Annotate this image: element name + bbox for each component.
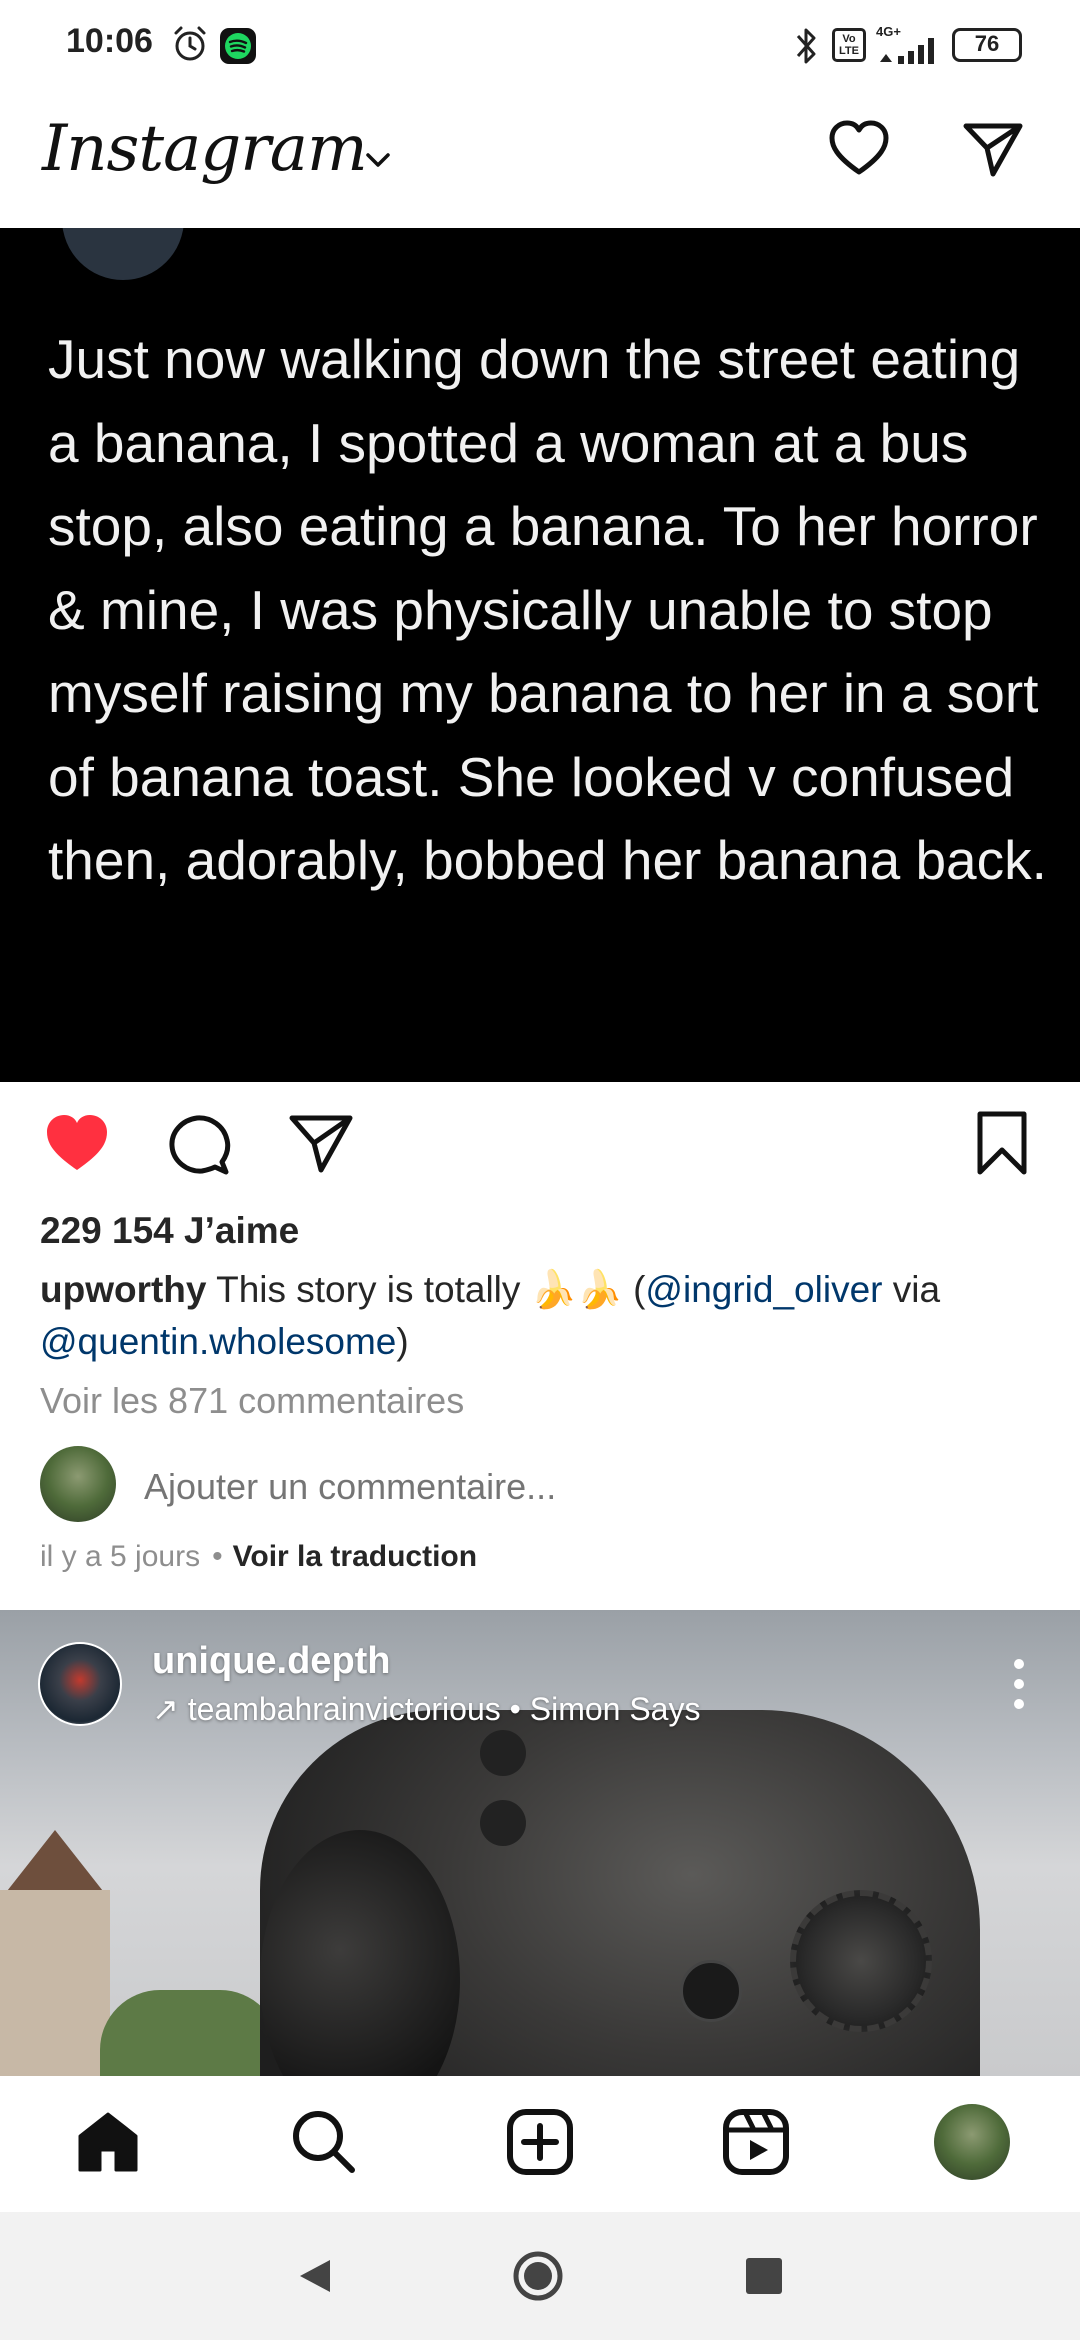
background-trees: [100, 1990, 280, 2076]
camera-button: [680, 1960, 742, 2022]
caption-text-end: ): [396, 1321, 409, 1362]
app-header: Instagram: [0, 92, 1080, 228]
next-post-audio-attribution[interactable]: ↗ teambahrainvictorious • Simon Says: [152, 1690, 700, 1728]
bottom-navigation: [0, 2076, 1080, 2212]
direct-messages-icon[interactable]: [960, 116, 1026, 182]
search-icon[interactable]: [288, 2106, 360, 2178]
share-icon[interactable]: [288, 1112, 354, 1174]
signal-icon: 4G+: [876, 24, 946, 64]
add-comment-input[interactable]: [144, 1466, 844, 1508]
next-post[interactable]: unique.depth ↗ teambahrainvictorious • S…: [0, 1610, 1080, 2076]
next-post-username[interactable]: unique.depth: [152, 1640, 391, 1683]
view-comments-link[interactable]: Voir les 871 commentaires: [40, 1380, 464, 1422]
background-tower: [0, 1890, 110, 2076]
home-icon[interactable]: [72, 2106, 144, 2178]
caption-text: This story is totally 🍌🍌 (: [206, 1269, 646, 1310]
tweet-text: Just now walking down the street eating …: [48, 328, 1047, 891]
post-image[interactable]: Just now walking down the street eating …: [0, 228, 1080, 1082]
caption-text-middle: via: [882, 1269, 941, 1310]
profile-avatar[interactable]: [934, 2104, 1010, 2180]
system-navigation-bar: [0, 2212, 1080, 2340]
current-user-avatar: [40, 1446, 116, 1522]
camera-button: [480, 1800, 526, 1846]
bookmark-icon[interactable]: [972, 1110, 1032, 1176]
comment-icon[interactable]: [166, 1112, 232, 1178]
volte-icon: Vo LTE: [832, 28, 866, 62]
camera-button: [480, 1730, 526, 1776]
mention-link-1[interactable]: @ingrid_oliver: [645, 1269, 882, 1310]
recent-apps-icon[interactable]: [746, 2258, 782, 2294]
more-options-icon[interactable]: [1004, 1654, 1034, 1714]
next-post-avatar[interactable]: [38, 1642, 122, 1726]
status-time: 10:06: [66, 22, 153, 60]
meta-separator: •: [212, 1540, 223, 1573]
post-meta: il y a 5 jours • Voir la traduction: [40, 1540, 477, 1574]
see-translation-link[interactable]: Voir la traduction: [233, 1540, 477, 1573]
spotify-icon: [220, 28, 256, 64]
reels-icon[interactable]: [720, 2106, 792, 2178]
battery-icon: 76: [952, 28, 1022, 62]
chevron-down-icon[interactable]: [360, 142, 396, 178]
create-post-icon[interactable]: [504, 2106, 576, 2178]
post-caption: upworthy This story is totally 🍌🍌 (@ingr…: [40, 1264, 1040, 1368]
like-count[interactable]: 229 154 J’aime: [40, 1210, 299, 1252]
post-time: il y a 5 jours: [40, 1540, 201, 1573]
caption-username[interactable]: upworthy: [40, 1269, 206, 1310]
back-icon[interactable]: [296, 2256, 334, 2296]
mention-link-2[interactable]: @quentin.wholesome: [40, 1321, 396, 1362]
instagram-logo[interactable]: Instagram: [42, 112, 368, 186]
bluetooth-icon: [796, 28, 816, 64]
like-heart-icon[interactable]: [44, 1112, 110, 1174]
alarm-icon: [174, 26, 206, 61]
notifications-heart-icon[interactable]: [826, 116, 892, 182]
tweet-author-avatar: [62, 228, 184, 280]
home-button-icon[interactable]: [512, 2250, 564, 2302]
status-bar: 10:06 Vo LTE 4G+ 76: [0, 0, 1080, 92]
camera-dial: [790, 1890, 932, 2032]
